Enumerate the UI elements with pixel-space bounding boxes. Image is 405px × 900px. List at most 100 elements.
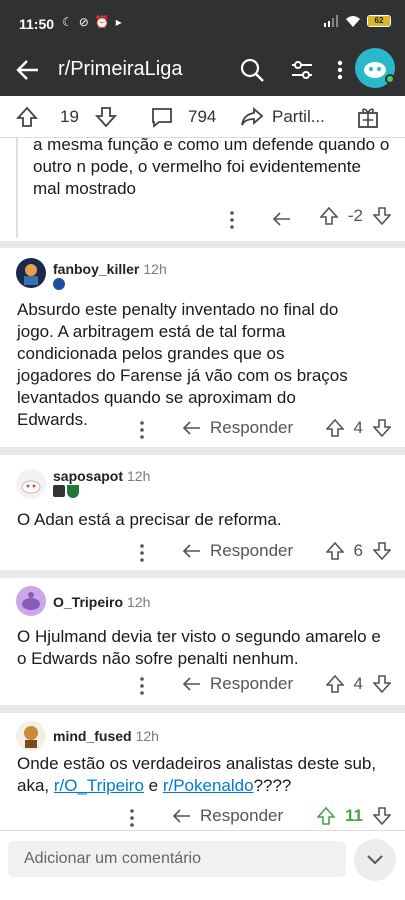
comment-actions: Responder 6 <box>0 539 405 567</box>
author-name[interactable]: saposapot <box>53 468 123 484</box>
overflow-menu-icon[interactable] <box>332 56 348 84</box>
upvote-icon[interactable] <box>16 106 38 128</box>
comment-age: 12h <box>135 728 159 744</box>
upvote-icon[interactable] <box>325 675 344 693</box>
author-avatar[interactable] <box>16 586 46 616</box>
award-icon[interactable] <box>357 105 379 129</box>
signal-icon <box>324 15 338 27</box>
share-button[interactable]: Partil... <box>240 106 325 128</box>
status-time: 11:50 <box>19 16 55 32</box>
reply-button[interactable]: Responder <box>182 418 293 438</box>
author-name[interactable]: fanboy_killer <box>53 261 139 277</box>
reply-label: Responder <box>210 541 294 560</box>
downvote-icon[interactable] <box>94 106 117 128</box>
comment-card: mind_fused 12h Onde estão os verdadeiros … <box>0 713 405 830</box>
comment-vote-group: 4 <box>325 418 391 438</box>
upvote-icon[interactable] <box>319 207 338 225</box>
comment-score: 4 <box>353 418 363 437</box>
author-name[interactable]: O_Tripeiro <box>53 594 123 610</box>
more-options-icon[interactable] <box>137 543 147 563</box>
comment-author[interactable]: saposapot 12h <box>53 468 150 484</box>
user-flair <box>53 485 79 498</box>
user-avatar[interactable] <box>355 48 395 88</box>
more-options-icon[interactable] <box>127 808 137 828</box>
downvote-icon[interactable] <box>373 542 391 560</box>
snoo-avatar-icon <box>22 592 40 610</box>
porto-crest-icon <box>53 278 65 290</box>
chevron-down-icon <box>367 855 383 865</box>
comment-count: 794 <box>188 107 217 126</box>
comment-score: -2 <box>347 206 363 225</box>
comment-text-part: ???? <box>253 776 292 795</box>
comment-vote-group: 11 <box>317 806 391 826</box>
partial-comment: a mesma função e como um defende quando … <box>0 135 405 241</box>
collapse-button[interactable] <box>354 839 396 881</box>
downvote-icon[interactable] <box>373 207 391 225</box>
data-saver-icon: ⊘ <box>78 15 89 29</box>
more-options-icon[interactable] <box>137 676 147 696</box>
reply-icon[interactable] <box>272 210 292 228</box>
post-action-bar: 19 794 Partil... <box>0 96 405 138</box>
moon-icon: ☾ <box>62 15 73 29</box>
post-vote-group: 19 <box>16 106 117 128</box>
lion-flair-icon <box>53 485 65 497</box>
alarm-icon: ⏰ <box>94 15 110 29</box>
subreddit-link[interactable]: r/Pokenaldo <box>163 776 254 795</box>
status-notification-icons: ☾ ⊘ ⏰ ▸ <box>62 15 122 29</box>
downvote-icon[interactable] <box>373 807 391 825</box>
comment-score: 4 <box>353 674 363 693</box>
status-system-icons: 62 <box>323 15 391 27</box>
comment-text-part: e <box>143 776 163 795</box>
comment-text: Onde estão os verdadeiros analistas dest… <box>17 753 377 797</box>
add-comment-input[interactable]: Adicionar um comentário <box>8 841 346 877</box>
status-bar: 11:50 ☾ ⊘ ⏰ ▸ 62 <box>0 0 405 44</box>
user-flair <box>53 278 65 290</box>
more-options-icon[interactable] <box>137 420 147 440</box>
comment-card: fanboy_killer 12h Absurdo este penalty in… <box>0 248 405 447</box>
reply-icon <box>182 677 200 691</box>
back-arrow-icon[interactable] <box>14 56 42 84</box>
author-avatar[interactable] <box>16 469 46 499</box>
reply-label: Responder <box>210 418 294 437</box>
avatar-icon <box>24 726 38 748</box>
comment-age: 12h <box>127 594 151 610</box>
comment-author[interactable]: mind_fused 12h <box>53 728 159 744</box>
comment-actions: Responder 4 <box>0 416 405 444</box>
upvote-icon[interactable] <box>325 419 344 437</box>
share-label: Partil... <box>272 107 325 126</box>
subreddit-link[interactable]: r/O_Tripeiro <box>54 776 144 795</box>
reply-label: Responder <box>200 806 284 825</box>
more-options-icon[interactable] <box>227 210 237 230</box>
reply-button[interactable]: Responder <box>172 806 283 826</box>
author-avatar[interactable] <box>16 721 46 751</box>
author-avatar[interactable] <box>16 258 46 288</box>
reply-button[interactable]: Responder <box>182 674 293 694</box>
comment-card: saposapot 12h O Adan está a precisar de r… <box>0 455 405 570</box>
reply-label: Responder <box>210 674 294 693</box>
author-name[interactable]: mind_fused <box>53 728 132 744</box>
comment-score: 6 <box>353 541 363 560</box>
upvote-active-icon[interactable] <box>317 807 336 825</box>
comment-actions: Responder 4 <box>0 672 405 700</box>
battery-level: 62 <box>368 16 390 26</box>
comment-actions: -2 <box>0 206 405 234</box>
comment-vote-group: 6 <box>325 541 391 561</box>
reply-button[interactable]: Responder <box>182 541 293 561</box>
comment-card: O_Tripeiro 12h O Hjulmand devia ter visto… <box>0 578 405 705</box>
filter-icon[interactable] <box>288 56 316 84</box>
comment-score: 11 <box>345 806 363 825</box>
comment-age: 12h <box>127 468 151 484</box>
subreddit-title: r/PrimeiraLiga <box>58 58 183 80</box>
comment-author[interactable]: O_Tripeiro 12h <box>53 594 150 610</box>
comment-icon <box>152 108 172 128</box>
search-icon[interactable] <box>238 56 266 84</box>
comment-text: a mesma função e como um defende quando … <box>33 135 390 198</box>
avatar-icon <box>24 264 38 285</box>
comment-text: O Hjulmand devia ter visto o segundo ama… <box>17 627 381 668</box>
reply-icon <box>182 421 200 435</box>
upvote-icon[interactable] <box>325 542 344 560</box>
downvote-icon[interactable] <box>373 675 391 693</box>
downvote-icon[interactable] <box>373 419 391 437</box>
comments-button[interactable]: 794 <box>150 106 216 128</box>
comment-author[interactable]: fanboy_killer 12h <box>53 261 167 277</box>
